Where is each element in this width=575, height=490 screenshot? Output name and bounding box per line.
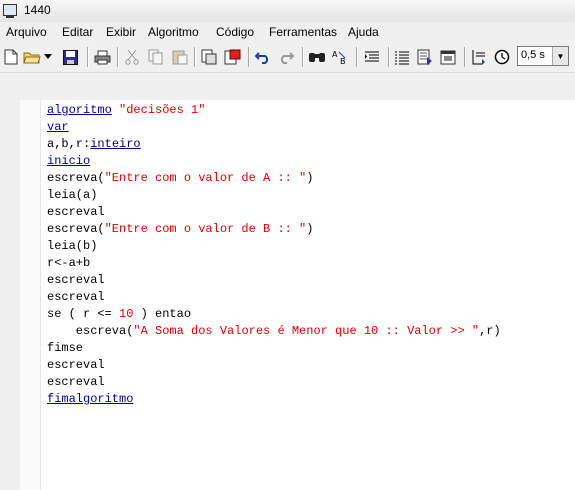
separator <box>194 47 196 67</box>
menu-ferramentas[interactable]: Ferramentas <box>269 25 337 39</box>
code-line: escreva("A Soma dos Valores é Menor que … <box>47 323 501 340</box>
copy-special-icon[interactable] <box>199 47 219 67</box>
code-text-segment: ) entao <box>133 307 192 321</box>
toolbar: AB <box>0 42 575 73</box>
app-icon <box>3 4 17 18</box>
paste-icon[interactable] <box>170 47 190 67</box>
line-gutter <box>0 100 21 490</box>
separator <box>302 47 304 67</box>
string-literal: "A Soma dos Valores é Menor que 10 :: Va… <box>133 324 480 338</box>
separator <box>117 47 119 67</box>
cut-icon[interactable] <box>122 47 142 67</box>
find-icon[interactable] <box>307 47 327 67</box>
code-text-segment: escreva( <box>47 171 105 185</box>
title-bar: 1440 <box>0 0 575 23</box>
code-line: fimalgoritmo <box>47 391 501 408</box>
redo-icon[interactable] <box>276 47 296 67</box>
keyword: var <box>47 120 69 134</box>
keyword: algoritmo <box>47 103 112 117</box>
save-icon[interactable] <box>60 47 80 67</box>
code-text-segment: escreva( <box>47 222 105 236</box>
string-literal: "Entre com o valor de B :: " <box>104 222 307 236</box>
code-line: se ( r <= 10 ) entao <box>47 306 501 323</box>
print-icon[interactable] <box>92 47 112 67</box>
code-editor[interactable]: algoritmo "decisões 1" var a,b,r:inteiro… <box>0 100 575 490</box>
string-literal: "decisões 1" <box>119 103 206 117</box>
menu-bar: Arquivo Editar Exibir Algoritmo Código F… <box>0 22 575 42</box>
window-title: 1440 <box>24 3 51 17</box>
separator <box>356 47 358 67</box>
code-text[interactable]: algoritmo "decisões 1" var a,b,r:inteiro… <box>47 102 501 408</box>
menu-algoritmo[interactable]: Algoritmo <box>148 25 199 39</box>
new-file-icon[interactable] <box>1 47 21 67</box>
code-line: escreval <box>47 375 105 389</box>
menu-arquivo[interactable]: Arquivo <box>6 25 47 39</box>
replace-icon[interactable]: AB <box>330 47 350 67</box>
svg-text:A: A <box>332 50 338 59</box>
timer-icon[interactable] <box>492 47 512 67</box>
indent-icon[interactable] <box>362 47 382 67</box>
separator <box>464 47 466 67</box>
menu-ajuda[interactable]: Ajuda <box>348 25 379 39</box>
code-line: algoritmo "decisões 1" <box>47 102 501 119</box>
step-icon[interactable] <box>469 47 489 67</box>
paste-special-icon[interactable] <box>222 47 242 67</box>
code-line: escreval <box>47 273 105 287</box>
code-line: escreva("Entre com o valor de B :: ") <box>47 221 501 238</box>
keyword: inteiro <box>90 137 141 151</box>
code-text-segment: ,r) <box>479 324 501 338</box>
keyword: inicio <box>47 154 91 168</box>
code-line: escreva("Entre com o valor de A :: ") <box>47 170 501 187</box>
menu-editar[interactable]: Editar <box>62 25 93 39</box>
undo-icon[interactable] <box>253 47 273 67</box>
chevron-down-icon[interactable]: ▼ <box>552 47 568 65</box>
open-folder-icon[interactable] <box>22 47 42 67</box>
code-text-segment: a,b,r: <box>47 137 91 151</box>
code-text-segment: ) <box>306 171 314 185</box>
code-text-segment: ) <box>306 222 314 236</box>
breakpoint-gutter[interactable] <box>20 100 41 490</box>
separator <box>388 47 390 67</box>
window-icon[interactable] <box>438 47 458 67</box>
string-literal: "Entre com o valor de A :: " <box>104 171 307 185</box>
keyword: fimalgoritmo <box>47 392 134 406</box>
code-text-segment: se ( r <= <box>47 307 120 321</box>
code-line: a,b,r:inteiro <box>47 136 501 153</box>
speed-select[interactable]: 0,5 s ▼ <box>517 46 569 66</box>
code-line: leia(b) <box>47 239 98 253</box>
export-icon[interactable] <box>415 47 435 67</box>
code-line: escreval <box>47 358 105 372</box>
speed-value: 0,5 s <box>521 49 545 61</box>
secondary-toolbar <box>0 73 575 101</box>
code-line: escreval <box>47 290 105 304</box>
separator <box>87 47 89 67</box>
code-line: fimse <box>47 341 84 355</box>
menu-codigo[interactable]: Código <box>216 25 254 39</box>
dropdown-arrow-icon[interactable] <box>42 47 54 67</box>
list-icon[interactable] <box>392 47 412 67</box>
code-line: var <box>47 119 501 136</box>
copy-icon[interactable] <box>146 47 166 67</box>
code-line: leia(a) <box>47 188 98 202</box>
menu-exibir[interactable]: Exibir <box>106 25 136 39</box>
code-line: escreval <box>47 205 105 219</box>
code-text-segment: escreva( <box>47 324 134 338</box>
code-line: r<-a+b <box>47 256 91 270</box>
number-literal: 10 <box>119 307 134 321</box>
code-line: inicio <box>47 153 501 170</box>
separator <box>248 47 250 67</box>
